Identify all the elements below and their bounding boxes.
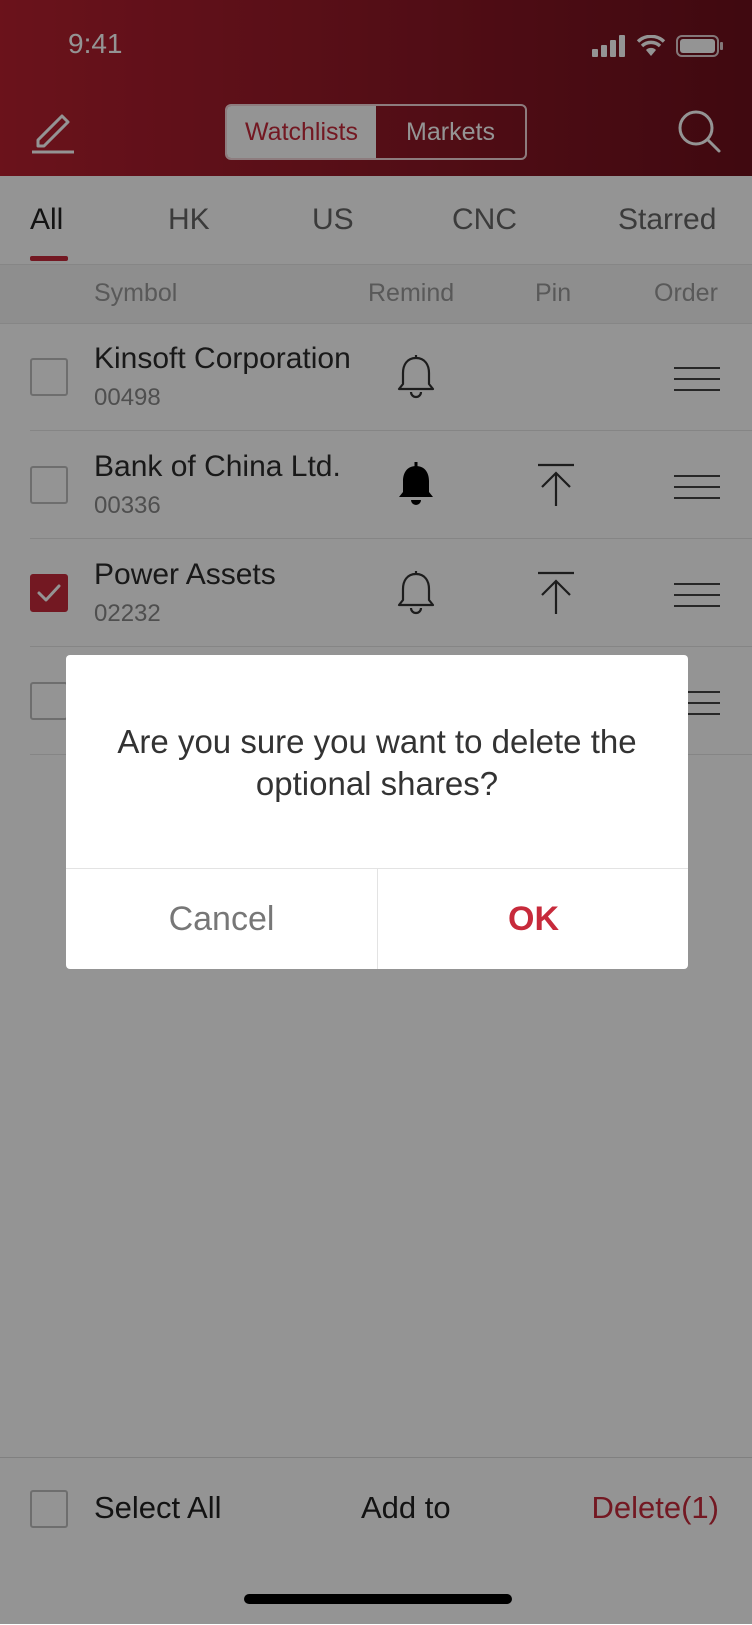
ok-button[interactable]: OK [378,869,688,969]
dialog-message: Are you sure you want to delete the opti… [117,723,637,802]
confirm-dialog: Are you sure you want to delete the opti… [66,655,688,969]
cancel-button[interactable]: Cancel [66,869,377,969]
home-indicator [244,1594,512,1604]
